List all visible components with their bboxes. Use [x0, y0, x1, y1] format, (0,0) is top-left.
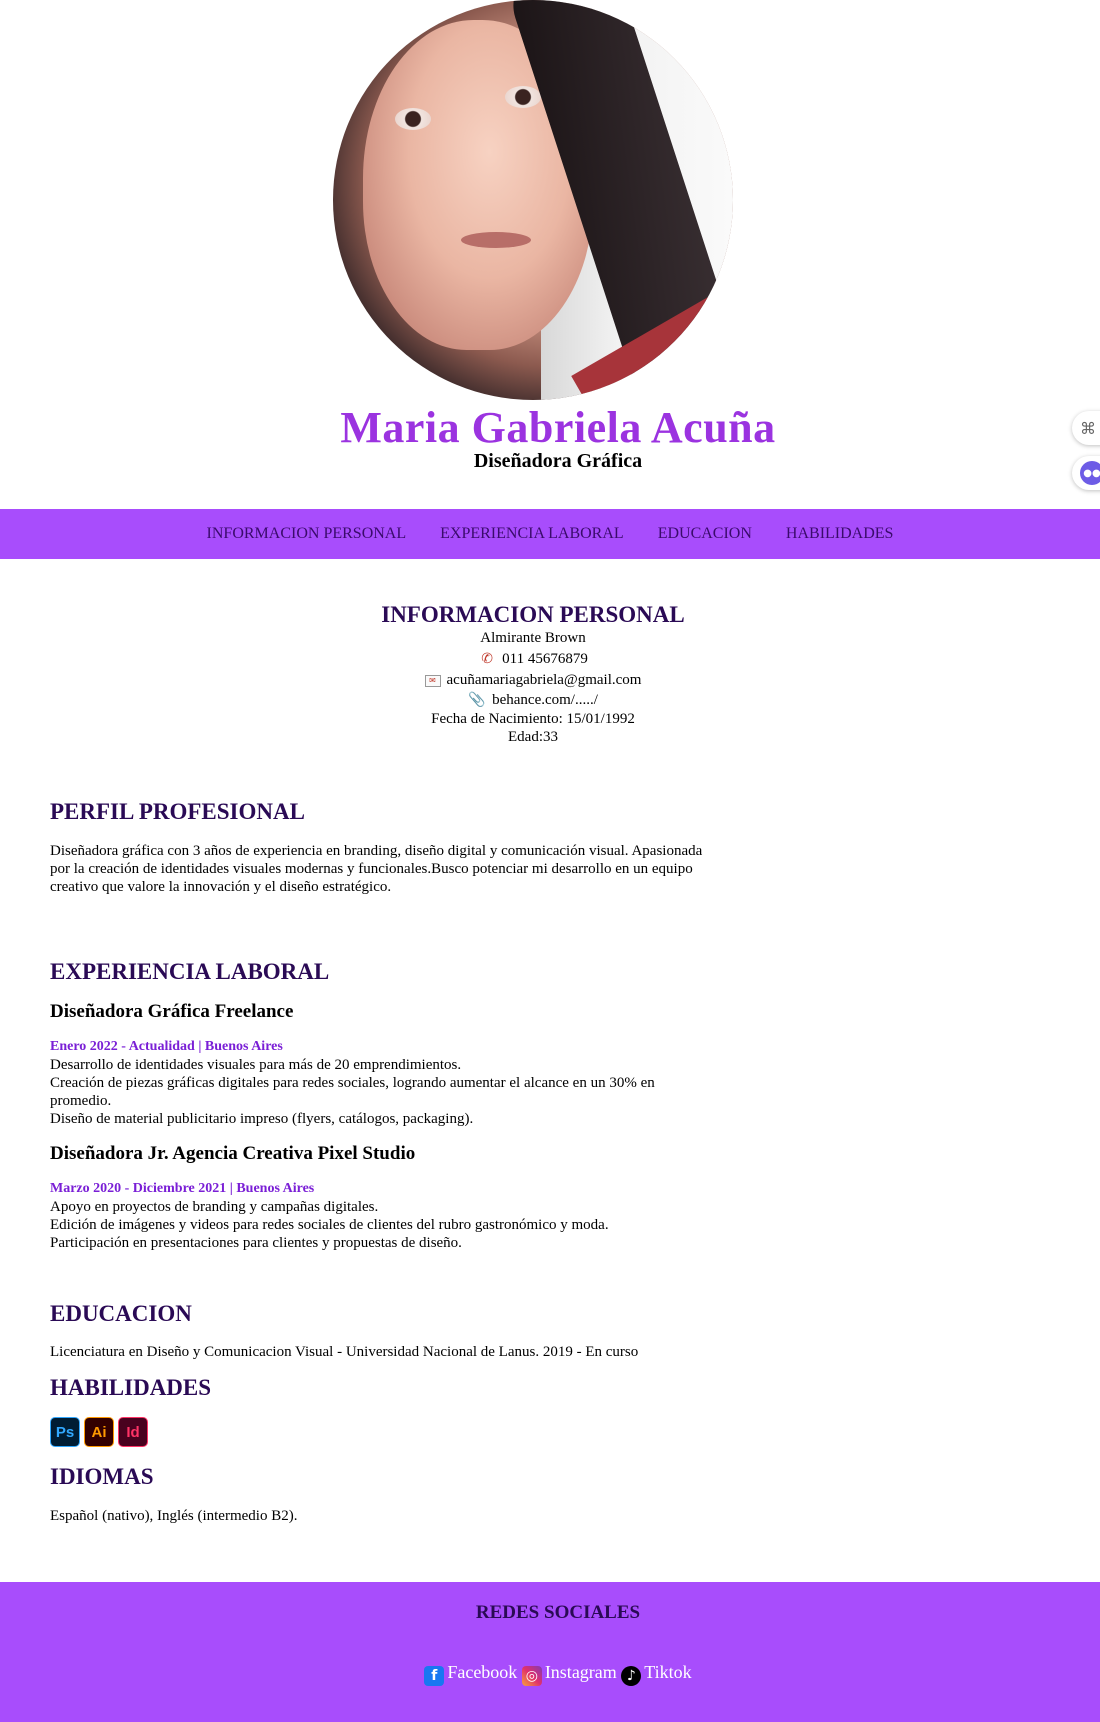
assistant-icon: ●●	[1080, 461, 1100, 485]
education-text: Licenciatura en Diseño y Comunicacion Vi…	[50, 1344, 639, 1360]
phone-number: 011 45676879	[502, 651, 588, 667]
job-line: Creación de piezas gráficas digitales pa…	[50, 1075, 655, 1091]
facebook-label: Facebook	[447, 1662, 518, 1682]
instagram-icon: ◎	[521, 1666, 542, 1686]
instagram-link[interactable]: ◎ Instagram	[521, 1662, 617, 1686]
job-title: Diseñadora Jr. Agencia Creativa Pixel St…	[50, 1143, 416, 1164]
job-line: Diseño de material publicitario impreso …	[50, 1111, 474, 1127]
job-line: Participación en presentaciones para cli…	[50, 1235, 462, 1251]
languages-text: Español (nativo), Inglés (intermedio B2)…	[50, 1508, 298, 1524]
assistant-widget-button[interactable]: ●●	[1072, 456, 1100, 490]
job-title: Diseñadora Gráfica Freelance	[50, 1001, 294, 1022]
nav-item-informacion-personal[interactable]: INFORMACION PERSONAL	[207, 525, 407, 543]
apps-widget-button[interactable]: ⌘	[1072, 411, 1100, 445]
main-nav: INFORMACION PERSONAL EXPERIENCIA LABORAL…	[0, 509, 1100, 559]
photoshop-icon: Ps	[50, 1417, 80, 1447]
email-line: ✉ acuñamariagabriela@gmail.com	[0, 670, 1066, 691]
indesign-icon: Id	[118, 1417, 148, 1447]
profile-title: PERFIL PROFESIONAL	[50, 799, 305, 824]
paperclip-icon: 📎	[468, 692, 486, 708]
job-line: Apoyo en proyectos de branding y campaña…	[50, 1199, 379, 1215]
personal-info-section: INFORMACION PERSONAL Almirante Brown ✆ 01…	[0, 602, 1066, 746]
experience-title: EXPERIENCIA LABORAL	[50, 959, 330, 984]
facebook-icon: f	[424, 1666, 445, 1686]
job-details: Enero 2022 - Actualidad | Buenos Aires D…	[50, 1038, 770, 1128]
profile-photo	[333, 0, 733, 400]
skills-title: HABILIDADES	[50, 1375, 212, 1400]
location: Almirante Brown	[480, 630, 586, 646]
footer: REDES SOCIALES f Facebook ◎ Instagram ♪ Tik…	[0, 1582, 1100, 1722]
social-links: f Facebook ◎ Instagram ♪ Tiktok	[0, 1662, 1100, 1686]
portfolio-line: 📎 behance.com/...../	[0, 691, 1066, 710]
job-details: Marzo 2020 - Diciembre 2021 | Buenos Air…	[50, 1180, 770, 1252]
portfolio-link[interactable]: behance.com/...../	[492, 692, 598, 708]
profile-text: Diseñadora gráfica con 3 años de experie…	[50, 842, 770, 896]
profile-line: Diseñadora gráfica con 3 años de experie…	[50, 843, 703, 859]
birth-date: Fecha de Nacimiento: 15/01/1992	[431, 711, 635, 727]
job-line: promedio.	[50, 1093, 112, 1109]
person-role: Diseñadora Gráfica	[473, 450, 643, 472]
tiktok-label: Tiktok	[644, 1662, 692, 1682]
languages-title: IDIOMAS	[50, 1464, 154, 1489]
apps-icon: ⌘	[1080, 418, 1096, 438]
phone-icon: ✆	[481, 651, 493, 667]
email-address: acuñamariagabriela@gmail.com	[446, 672, 642, 688]
phone-line: ✆ 011 45676879	[0, 649, 1066, 670]
tiktok-icon: ♪	[621, 1666, 642, 1686]
education-title: EDUCACION	[50, 1301, 192, 1326]
envelope-icon: ✉	[424, 675, 441, 687]
instagram-label: Instagram	[544, 1662, 617, 1682]
tiktok-link[interactable]: ♪ Tiktok	[621, 1662, 692, 1686]
illustrator-icon: Ai	[84, 1417, 114, 1447]
facebook-link[interactable]: f Facebook	[424, 1662, 518, 1686]
age: Edad:33	[508, 729, 558, 745]
profile-line: por la creación de identidades visuales …	[50, 861, 693, 877]
footer-title: REDES SOCIALES	[475, 1602, 641, 1623]
nav-item-habilidades[interactable]: HABILIDADES	[786, 525, 894, 543]
skills-list: Ps Ai Id	[50, 1417, 148, 1447]
job-line: Edición de imágenes y videos para redes …	[50, 1217, 609, 1233]
personal-info-title: INFORMACION PERSONAL	[381, 602, 685, 627]
person-name: Maria Gabriela Acuña	[340, 403, 776, 452]
nav-item-educacion[interactable]: EDUCACION	[658, 525, 752, 543]
profile-line: creativo que valore la innovación y el d…	[50, 879, 392, 895]
job-dates: Marzo 2020 - Diciembre 2021 | Buenos Air…	[50, 1181, 315, 1196]
job-dates: Enero 2022 - Actualidad | Buenos Aires	[50, 1039, 283, 1054]
nav-item-experiencia-laboral[interactable]: EXPERIENCIA LABORAL	[440, 525, 624, 543]
header: Maria Gabriela Acuña Diseñadora Gráfica	[0, 0, 1100, 509]
job-line: Desarrollo de identidades visuales para …	[50, 1057, 462, 1073]
